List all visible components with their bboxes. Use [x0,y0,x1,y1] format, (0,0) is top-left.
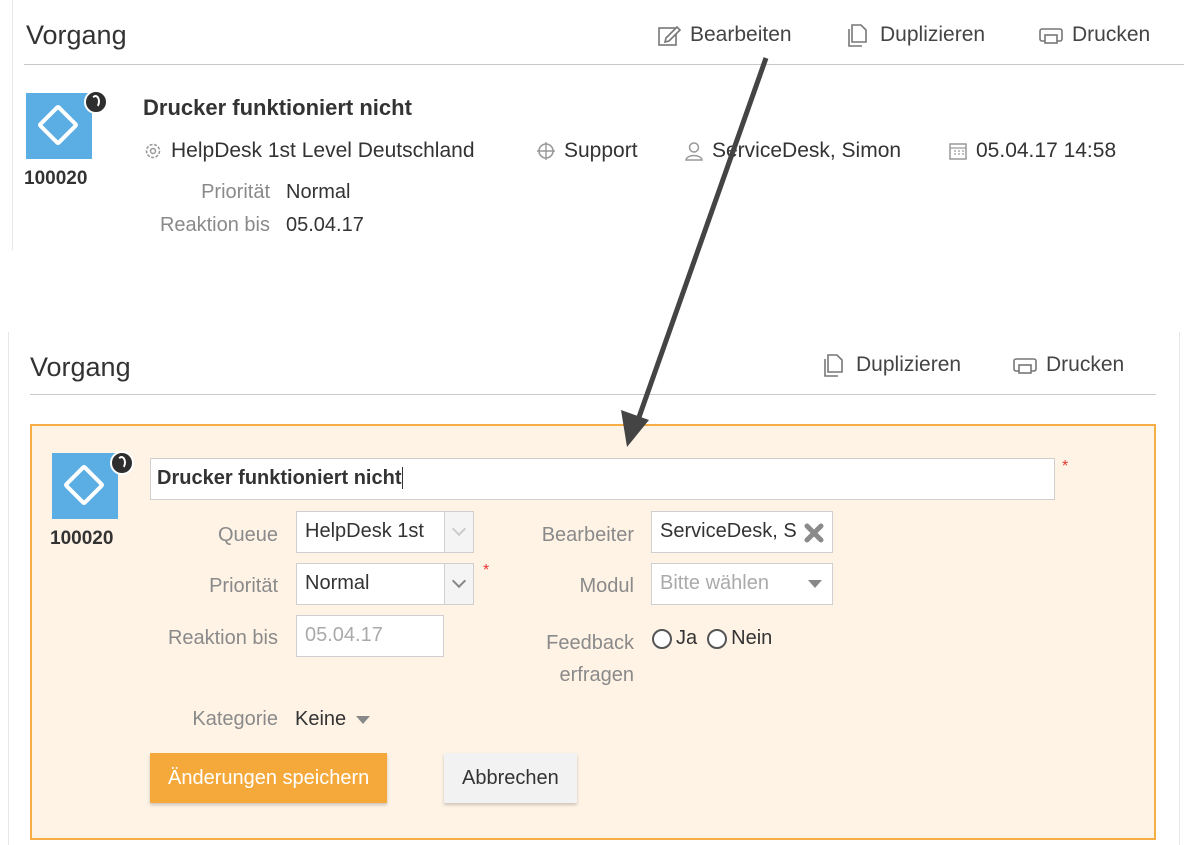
feedback-label: Feedback erfragen [546,632,634,686]
pencil-icon [658,25,682,46]
reaction-label: Reaktion bis [159,214,270,236]
diamond-icon [36,103,80,147]
title-input[interactable]: Drucker funktioniert nicht [150,458,1055,500]
header-divider [24,64,1184,65]
queue-label: Queue [217,524,278,546]
category-dropdown[interactable]: Keine [295,708,371,731]
text-cursor [402,467,404,489]
diamond-icon [62,463,106,507]
print-button[interactable]: Drucken [1038,22,1150,48]
queue-info: HelpDesk 1st Level Deutschland [143,139,475,163]
module-label: Modul [579,575,634,597]
feedback-yes-radio[interactable] [652,628,672,649]
reaction-date-field: 05.04.17 [296,615,444,657]
priority-value: Normal [286,181,351,203]
duplicate-button[interactable]: Duplizieren [822,352,961,378]
feedback-options: Ja Nein [652,627,772,650]
clear-icon[interactable] [803,522,825,544]
printer-icon [1013,358,1037,374]
header-divider [30,394,1156,395]
cancel-button[interactable]: Abbrechen [444,753,577,803]
case-view-panel [12,0,1185,250]
print-button[interactable]: Drucken [1012,352,1124,378]
case-id: 100020 [50,528,114,549]
feedback-no-radio[interactable] [707,628,728,649]
page-title: Vorgang [30,352,131,382]
chevron-down-icon [444,512,473,552]
module-info: Support [536,139,638,163]
edit-button[interactable]: Bearbeiten [656,22,792,48]
globe-icon [84,90,108,114]
category-label: Kategorie [192,708,278,730]
queue-select[interactable]: HelpDesk 1st [296,511,474,553]
assignee-info: ServiceDesk, Simon [684,139,901,163]
module-select[interactable]: Bitte wählen [651,563,833,605]
printer-icon [1039,28,1063,44]
assignee-label: Bearbeiter [541,524,634,546]
caret-down-icon [808,580,822,588]
caret-down-icon [356,715,371,724]
case-type-icon [52,453,118,519]
globe-icon [110,451,134,475]
priority-label: Priorität [201,181,270,203]
case-title: Drucker funktioniert nicht [143,95,412,120]
reaction-value: 05.04.17 [286,214,364,236]
required-marker: * [1062,458,1069,475]
gear-icon [145,143,161,159]
case-type-icon [26,93,92,159]
priority-select[interactable]: Normal [296,563,474,605]
reaction-label: Reaktion bis [167,627,278,649]
chevron-down-icon [444,564,473,604]
user-icon [685,142,703,161]
calendar-icon [949,143,967,160]
target-icon [537,142,555,160]
case-id: 100020 [24,168,88,189]
copy-icon [848,24,867,47]
duplicate-button[interactable]: Duplizieren [846,22,985,48]
created-datetime: 05.04.17 14:58 [948,139,1116,163]
required-marker: * [483,562,490,579]
copy-icon [824,354,843,377]
page-title: Vorgang [26,20,127,50]
save-button[interactable]: Änderungen speichern [150,753,388,803]
priority-label: Priorität [209,575,278,597]
